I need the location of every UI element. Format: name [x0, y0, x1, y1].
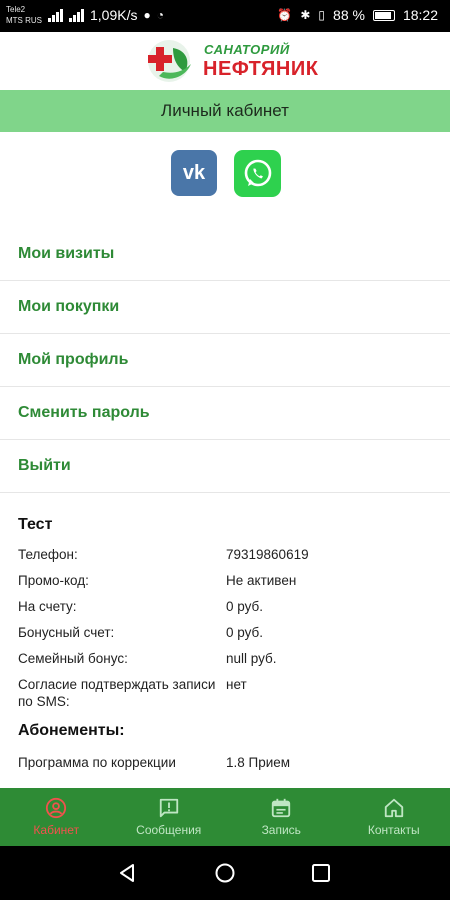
android-nav-bar [0, 846, 450, 900]
carrier-2: MTS RUS [6, 16, 42, 25]
row-value: нет [226, 677, 247, 692]
carrier-1: Tele2 [6, 5, 26, 14]
clock: 18:22 [402, 7, 438, 23]
profile-row-phone: Телефон: 79319860619 [18, 546, 438, 563]
row-value: Не активен [226, 573, 297, 588]
signal-icon [69, 8, 84, 22]
menu-item-visits[interactable]: Мои визиты [0, 228, 450, 281]
brand-title: НЕФТЯНИК [203, 58, 319, 80]
brand-subtitle: САНАТОРИЙ [204, 42, 290, 57]
signal-icon [48, 8, 63, 22]
nav-label: Запись [261, 823, 301, 837]
battery-icon [372, 9, 395, 21]
subscription-row: Программа по коррекции 1.8 Прием [18, 754, 438, 771]
row-value: 0 руб. [226, 599, 263, 614]
calendar-icon [272, 798, 291, 818]
page-title-bar: Личный кабинет [0, 90, 450, 132]
menu-item-purchases[interactable]: Мои покупки [0, 281, 450, 334]
row-value: 0 руб. [226, 625, 263, 640]
page-title: Личный кабинет [161, 101, 289, 120]
person-icon [46, 797, 67, 819]
row-label: Семейный бонус: [18, 651, 128, 666]
nav-messages[interactable]: Сообщения [113, 788, 226, 846]
row-value: null руб. [226, 651, 277, 666]
row-label: Согласие подтверждать записи по SMS: [18, 677, 216, 709]
menu-item-profile[interactable]: Мой профиль [0, 334, 450, 387]
home-button-icon[interactable] [214, 862, 236, 884]
battery-percent: 88 % [333, 7, 365, 23]
profile-row-sms-consent: Согласие подтверждать записи по SMS: нет [18, 676, 438, 710]
chat-bubble-icon: ● [143, 8, 151, 22]
whatsapp-button[interactable] [234, 150, 281, 197]
home-icon [384, 798, 403, 818]
subscriptions-title: Абонементы: [18, 722, 125, 739]
vibrate-icon: ▯ [318, 8, 326, 22]
vk-icon: vk [182, 161, 206, 184]
status-bar: Tele2 MTS RUS 1,09K/s ● ◔ ⏰ ✱ ▯ 88 % 18:… [0, 0, 450, 32]
nav-cabinet[interactable]: Кабинет [0, 788, 113, 846]
net-speed: 1,09K/s [90, 7, 138, 23]
social-links: vk [0, 150, 450, 198]
row-label: Программа по коррекции [18, 755, 176, 770]
rss-icon: ◔ [156, 8, 164, 22]
nav-label: Сообщения [136, 823, 202, 837]
bluetooth-icon: ✱ [300, 8, 311, 22]
account-menu: Мои визиты Мои покупки Мой профиль Смени… [0, 228, 450, 493]
menu-item-change-password[interactable]: Сменить пароль [0, 387, 450, 440]
nav-label: Кабинет [33, 823, 80, 837]
vk-button[interactable]: vk [171, 150, 217, 196]
profile-info: Тест Телефон: 79319860619 Промо-код: Не … [18, 516, 438, 780]
nav-label: Контакты [367, 823, 420, 837]
menu-item-logout[interactable]: Выйти [0, 440, 450, 493]
app-header: САНАТОРИЙ НЕФТЯНИК [0, 32, 450, 90]
whatsapp-icon [244, 159, 271, 186]
bottom-navigation: Кабинет Сообщения Запись Контакты [0, 788, 450, 846]
row-label: Промо-код: [18, 573, 89, 588]
message-icon [159, 798, 178, 818]
recents-icon[interactable] [310, 862, 332, 884]
profile-row-promo: Промо-код: Не активен [18, 572, 438, 589]
profile-row-family-bonus: Семейный бонус: null руб. [18, 650, 438, 667]
row-label: На счету: [18, 599, 77, 614]
profile-row-balance: На счету: 0 руб. [18, 598, 438, 615]
carrier-info: Tele2 MTS RUS [6, 4, 42, 26]
profile-name: Тест [18, 516, 53, 533]
alarm-icon: ⏰ [277, 8, 293, 22]
back-icon[interactable] [116, 862, 138, 884]
row-value: 1.8 Прием [226, 755, 291, 770]
row-label: Бонусный счет: [18, 625, 115, 640]
nav-contacts[interactable]: Контакты [338, 788, 450, 846]
row-label: Телефон: [18, 547, 78, 562]
sanatorium-logo [148, 40, 191, 82]
nav-appointment[interactable]: Запись [225, 788, 338, 846]
row-value: 79319860619 [226, 547, 309, 562]
profile-row-bonus: Бонусный счет: 0 руб. [18, 624, 438, 641]
